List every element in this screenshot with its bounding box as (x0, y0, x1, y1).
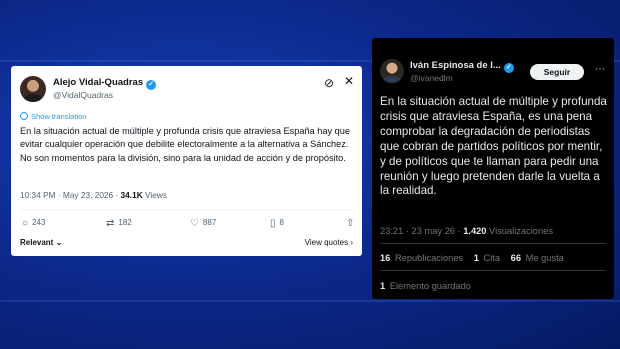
like-count: 887 (202, 218, 217, 227)
quotes-stat[interactable]: 1 Cita (474, 253, 500, 263)
divider (380, 270, 606, 271)
reply-count: 243 (32, 218, 46, 227)
views-label: Views (142, 190, 167, 200)
views-count: 1.420 (463, 226, 487, 236)
tweet-text: En la situación actual de múltiple y pro… (380, 95, 607, 198)
divider (380, 243, 606, 244)
likes-label: Me gusta (525, 253, 564, 263)
background-streak (0, 300, 620, 302)
show-translation-link[interactable]: Show translation (20, 112, 86, 121)
bookmark-icon: ▯ (270, 218, 276, 229)
tweet-time[interactable]: 23:21 · 23 may 26 · (380, 226, 463, 236)
views-count: 34.1K (120, 190, 143, 200)
globe-icon (20, 112, 28, 120)
likes-stat[interactable]: 66 Me gusta (511, 253, 564, 263)
likes-count: 66 (510, 253, 522, 263)
bookmark-count: 8 (279, 218, 284, 227)
reply-button[interactable]: ○ 243 (22, 218, 45, 229)
divider (20, 209, 353, 210)
share-icon: ⇧ (346, 218, 355, 229)
tweet-meta: 23:21 · 23 may 26 · 1.420 Visualizacione… (380, 226, 553, 236)
tweet-time[interactable]: 10:34 PM · May 23, 2026 · (20, 190, 121, 200)
like-button[interactable]: ♡ 887 (190, 218, 216, 229)
quotes-count: 1 (473, 253, 479, 263)
bookmark-button[interactable]: ▯ 8 (270, 218, 284, 229)
saved-label: Elemento guardado (389, 281, 471, 291)
relevant-dropdown[interactable]: Relevant ⌄ (20, 238, 62, 247)
author-handle[interactable]: @ivanedlm (410, 73, 453, 83)
views-label: Visualizaciones (486, 226, 553, 236)
follow-button[interactable]: Seguir (530, 64, 584, 80)
engagement-stats: 16 Republicaciones 1 Cita 66 Me gusta (380, 253, 564, 263)
repost-icon: ⇄ (106, 218, 115, 229)
heart-icon: ♡ (190, 218, 199, 229)
avatar[interactable] (20, 76, 46, 102)
tweet-card-dark: Iván Espinosa de l... ✓ @ivanedlm Seguir … (372, 38, 614, 299)
repost-button[interactable]: ⇄ 182 (106, 218, 132, 229)
reposts-stat[interactable]: 16 Republicaciones (380, 253, 463, 263)
share-button[interactable]: ⇧ (346, 218, 358, 229)
view-quotes-link[interactable]: View quotes › (305, 238, 353, 247)
repost-count: 182 (118, 218, 132, 227)
show-translation-label[interactable]: Show translation (31, 112, 86, 121)
close-icon[interactable]: ✕ (344, 74, 354, 88)
reposts-label: Republicaciones (394, 253, 464, 263)
quotes-label: Cita (483, 253, 501, 263)
grok-icon[interactable]: ⊘ (324, 76, 334, 90)
tweet-actions: ○ 243 ⇄ 182 ♡ 887 ▯ 8 ⇧ (20, 218, 354, 232)
author-name[interactable]: Iván Espinosa de l... ✓ (410, 60, 514, 73)
author-name-text[interactable]: Alejo Vidal-Quadras (53, 77, 143, 88)
tweet-text: En la situación actual de múltiple y pro… (20, 126, 350, 163)
saved-count: 1 (380, 281, 386, 291)
reposts-count: 16 (380, 253, 391, 263)
avatar[interactable] (380, 59, 404, 83)
reply-icon: ○ (22, 218, 29, 229)
author-name[interactable]: Alejo Vidal-Quadras ✓ (53, 77, 157, 90)
author-name-text[interactable]: Iván Espinosa de l... (410, 60, 501, 71)
verified-badge-icon: ✓ (146, 80, 157, 90)
tweet-card-light: Alejo Vidal-Quadras ✓ @VidalQuadras ⊘ ✕ S… (11, 66, 362, 256)
verified-badge-icon: ✓ (503, 63, 514, 73)
tweet-meta: 10:34 PM · May 23, 2026 · 34.1K Views (20, 190, 167, 200)
more-options-icon[interactable]: ⋯ (595, 64, 605, 75)
author-handle[interactable]: @VidalQuadras (53, 90, 113, 100)
saved-stat[interactable]: 1 Elemento guardado (380, 281, 471, 291)
